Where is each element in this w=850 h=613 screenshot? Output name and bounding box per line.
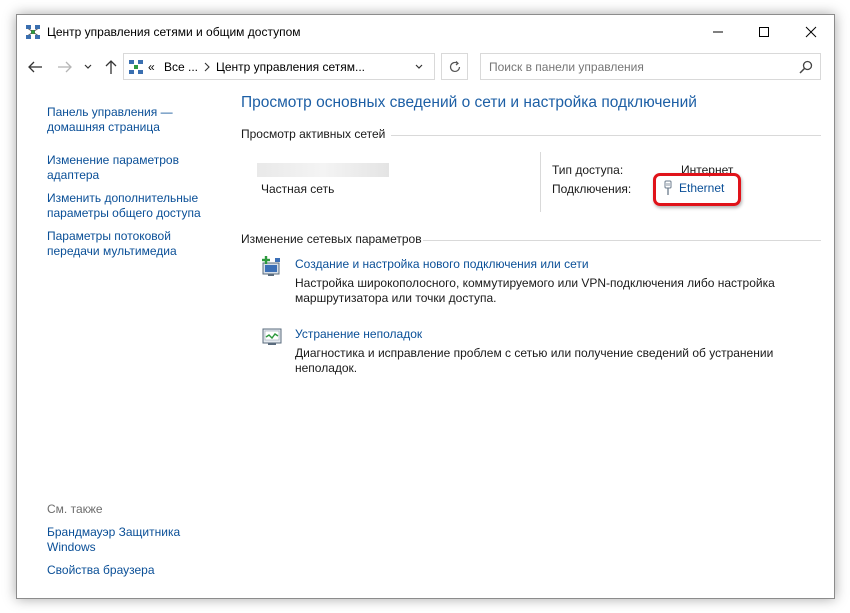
navigation-bar: « Все ... Центр управления сетям... Поис… (17, 49, 834, 85)
sidebar-link-label: Windows (47, 540, 96, 554)
sidebar-link-label: Свойства браузера (47, 563, 155, 577)
title-bar[interactable]: Центр управления сетями и общим доступом (17, 15, 834, 49)
maximize-button[interactable] (741, 15, 787, 49)
sidebar-link-firewall[interactable]: Брандмауэр Защитника Windows (47, 525, 217, 555)
minimize-button[interactable] (695, 15, 741, 49)
sidebar-link-label: домашняя страница (47, 120, 160, 134)
sidebar-link-label: Панель управления — (47, 105, 173, 119)
arrow-right-icon (58, 61, 72, 73)
sidebar-link-label: Параметры потоковой (47, 229, 171, 243)
new-connection-description: Настройка широкополосного, коммутируемог… (295, 276, 815, 306)
section-divider (391, 135, 821, 136)
sidebar-link-label: передачи мультимедиа (47, 244, 177, 258)
address-bar[interactable]: « Все ... Центр управления сетям... (123, 53, 435, 80)
refresh-button[interactable] (441, 53, 468, 80)
new-connection-link[interactable]: Создание и настройка нового подключения … (295, 257, 589, 271)
control-panel-window: Центр управления сетями и общим доступом (16, 14, 835, 599)
window-title: Центр управления сетями и общим доступом (47, 25, 301, 39)
network-type: Частная сеть (261, 182, 335, 196)
active-networks-heading: Просмотр активных сетей (241, 127, 386, 141)
troubleshoot-description: Диагностика и исправление проблем с сеть… (295, 346, 815, 376)
sidebar-link-adapter-settings[interactable]: Изменение параметров адаптера (47, 153, 217, 183)
sidebar-link-sharing-settings[interactable]: Изменить дополнительные параметры общего… (47, 191, 217, 221)
network-center-icon (25, 24, 41, 40)
search-input[interactable]: Поиск в панели управления (489, 60, 644, 74)
address-segment-all[interactable]: Все ... (164, 60, 198, 74)
see-also-label: См. также (47, 502, 103, 516)
chevron-down-icon (84, 64, 92, 69)
chevron-right-icon[interactable] (200, 58, 214, 76)
up-button[interactable] (101, 59, 121, 75)
page-title: Просмотр основных сведений о сети и наст… (241, 94, 697, 111)
network-name-redacted (257, 163, 389, 177)
back-button[interactable] (25, 59, 45, 75)
search-icon[interactable] (798, 59, 814, 75)
chevron-down-icon[interactable] (412, 58, 426, 76)
recent-locations-button[interactable] (81, 59, 95, 75)
sidebar-link-label: Изменение параметров (47, 153, 179, 167)
close-button[interactable] (788, 15, 834, 49)
sidebar-link-label: адаптера (47, 168, 100, 182)
description-line: маршрутизатора или точки доступа. (295, 291, 497, 305)
sidebar-link-media-streaming[interactable]: Параметры потоковой передачи мультимедиа (47, 229, 217, 259)
sidebar-link-label: Изменить дополнительные (47, 191, 199, 205)
maximize-icon (759, 27, 769, 37)
minimize-icon (713, 31, 723, 33)
address-overflow[interactable]: « (148, 60, 155, 74)
troubleshoot-link[interactable]: Устранение неполадок (295, 327, 422, 341)
address-segment-current[interactable]: Центр управления сетям... (216, 60, 365, 74)
highlight-annotation (653, 173, 741, 206)
description-line: Диагностика и исправление проблем с сеть… (295, 346, 774, 360)
change-settings-heading: Изменение сетевых параметров (241, 232, 422, 246)
section-divider (423, 240, 821, 241)
description-line: неполадок. (295, 361, 358, 375)
sidebar-link-control-panel-home[interactable]: Панель управления — домашняя страница (47, 105, 217, 135)
description-line: Настройка широкополосного, коммутируемог… (295, 276, 775, 290)
vertical-divider (540, 152, 541, 212)
search-box[interactable]: Поиск в панели управления (480, 53, 821, 80)
arrow-left-icon (28, 61, 42, 73)
new-connection-icon[interactable] (260, 255, 284, 279)
arrow-up-icon (105, 60, 117, 74)
connections-label: Подключения: (552, 182, 632, 196)
access-type-label: Тип доступа: (552, 163, 624, 177)
close-icon (805, 26, 817, 38)
sidebar-link-label: параметры общего доступа (47, 206, 201, 220)
sidebar-link-browser-properties[interactable]: Свойства браузера (47, 563, 217, 578)
sidebar-link-label: Брандмауэр Защитника (47, 525, 181, 539)
network-center-icon (128, 59, 144, 75)
forward-button[interactable] (55, 59, 75, 75)
refresh-icon (449, 60, 460, 72)
troubleshoot-icon[interactable] (260, 325, 284, 349)
